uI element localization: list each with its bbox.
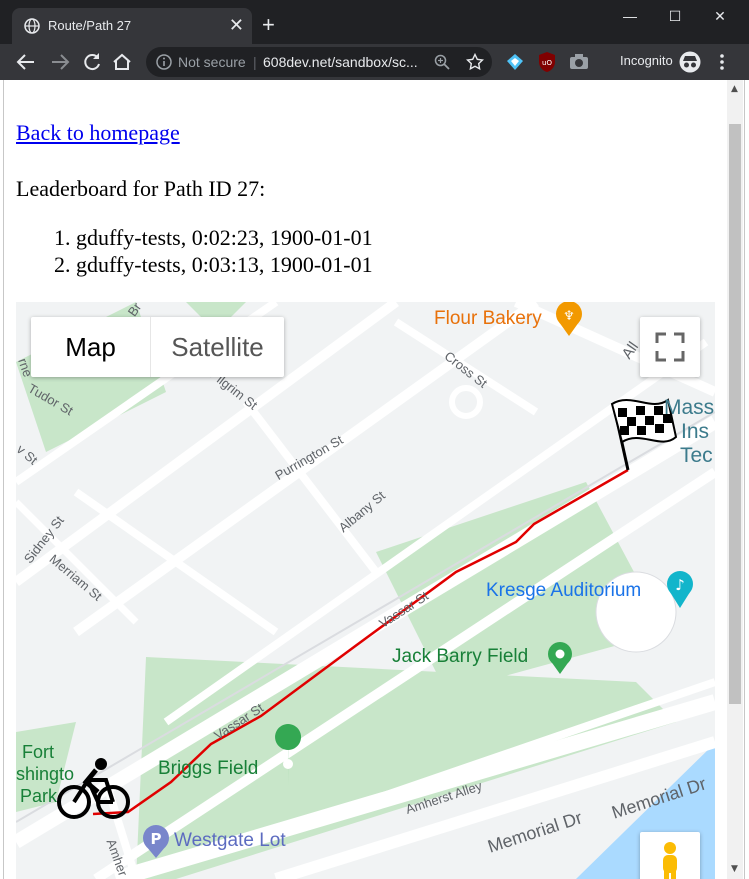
- pegman-icon: [663, 842, 677, 879]
- park-label: Fort: [22, 742, 55, 762]
- scroll-up-icon[interactable]: ▲: [731, 84, 738, 94]
- kebab-menu-icon[interactable]: [712, 52, 732, 72]
- route-map[interactable]: ♪ ♆ P Flour Bakery Cross St Tudor St Pil…: [16, 302, 715, 879]
- globe-icon: [24, 18, 40, 34]
- svg-text:P: P: [151, 830, 162, 848]
- new-tab-button[interactable]: +: [262, 12, 275, 38]
- satellite-button[interactable]: Satellite: [151, 317, 284, 377]
- mit-label: Ins: [681, 420, 710, 443]
- forward-arrow-icon[interactable]: [48, 50, 72, 74]
- browser-toolbar: Not secure | 608dev.net/sandbox/sc... uO…: [0, 44, 749, 80]
- ublock-icon[interactable]: uO: [537, 51, 557, 73]
- street-view-pegman-button[interactable]: [640, 832, 700, 879]
- tab-title: Route/Path 27: [48, 18, 132, 33]
- bookmark-star-icon[interactable]: [466, 53, 484, 71]
- scroll-down-icon[interactable]: ▼: [731, 864, 738, 874]
- close-window-button[interactable]: ✕: [700, 4, 740, 28]
- zoom-icon[interactable]: [434, 54, 450, 70]
- svg-text:♪: ♪: [675, 576, 685, 594]
- extension-diamond-icon[interactable]: [505, 52, 525, 72]
- jack-barry-field-label[interactable]: Jack Barry Field: [392, 646, 528, 668]
- leaderboard-entry: gduffy-tests, 0:03:13, 1900-01-01: [76, 251, 373, 278]
- fullscreen-icon: [655, 332, 685, 362]
- minimize-button[interactable]: —: [610, 4, 650, 28]
- home-icon[interactable]: [110, 50, 134, 74]
- address-bar[interactable]: Not secure | 608dev.net/sandbox/sc...: [146, 47, 492, 77]
- security-label: Not secure: [178, 54, 246, 70]
- page-scrollbar[interactable]: ▲ ▼: [727, 80, 743, 879]
- mit-label: Tec: [680, 444, 713, 467]
- browser-tab[interactable]: Route/Path 27 ✕: [12, 8, 252, 44]
- mit-label: Mass: [664, 396, 715, 419]
- back-arrow-icon[interactable]: [14, 50, 38, 74]
- map-button[interactable]: Map: [31, 317, 150, 377]
- leaderboard-title: Leaderboard for Path ID 27:: [16, 176, 266, 201]
- leaderboard-list: gduffy-tests, 0:02:23, 1900-01-01 gduffy…: [16, 224, 373, 278]
- incognito-icon[interactable]: [679, 51, 701, 73]
- reload-icon[interactable]: [80, 50, 104, 74]
- back-to-homepage-link[interactable]: Back to homepage: [16, 120, 180, 146]
- maximize-button[interactable]: ☐: [655, 4, 695, 28]
- info-icon[interactable]: [156, 54, 172, 70]
- leaderboard-entry: gduffy-tests, 0:02:23, 1900-01-01: [76, 224, 373, 251]
- scroll-thumb[interactable]: [729, 124, 741, 704]
- flour-bakery-label[interactable]: Flour Bakery: [434, 308, 542, 330]
- map-type-control: Map Satellite: [31, 317, 284, 377]
- incognito-label: Incognito: [620, 53, 673, 68]
- fullscreen-button[interactable]: [640, 317, 700, 377]
- park-label: Park: [20, 786, 58, 806]
- westgate-lot-label[interactable]: Westgate Lot: [174, 830, 286, 852]
- kresge-auditorium-label[interactable]: Kresge Auditorium: [486, 580, 641, 602]
- url-text[interactable]: 608dev.net/sandbox/sc...: [263, 54, 418, 70]
- briggs-field-label[interactable]: Briggs Field: [158, 758, 258, 780]
- tab-close-icon[interactable]: ✕: [229, 15, 244, 35]
- svg-text:♆: ♆: [563, 309, 575, 324]
- park-label: shingto: [16, 764, 75, 784]
- omnibox-divider: |: [253, 54, 257, 70]
- camera-icon[interactable]: [569, 53, 589, 71]
- svg-text:uO: uO: [542, 59, 552, 67]
